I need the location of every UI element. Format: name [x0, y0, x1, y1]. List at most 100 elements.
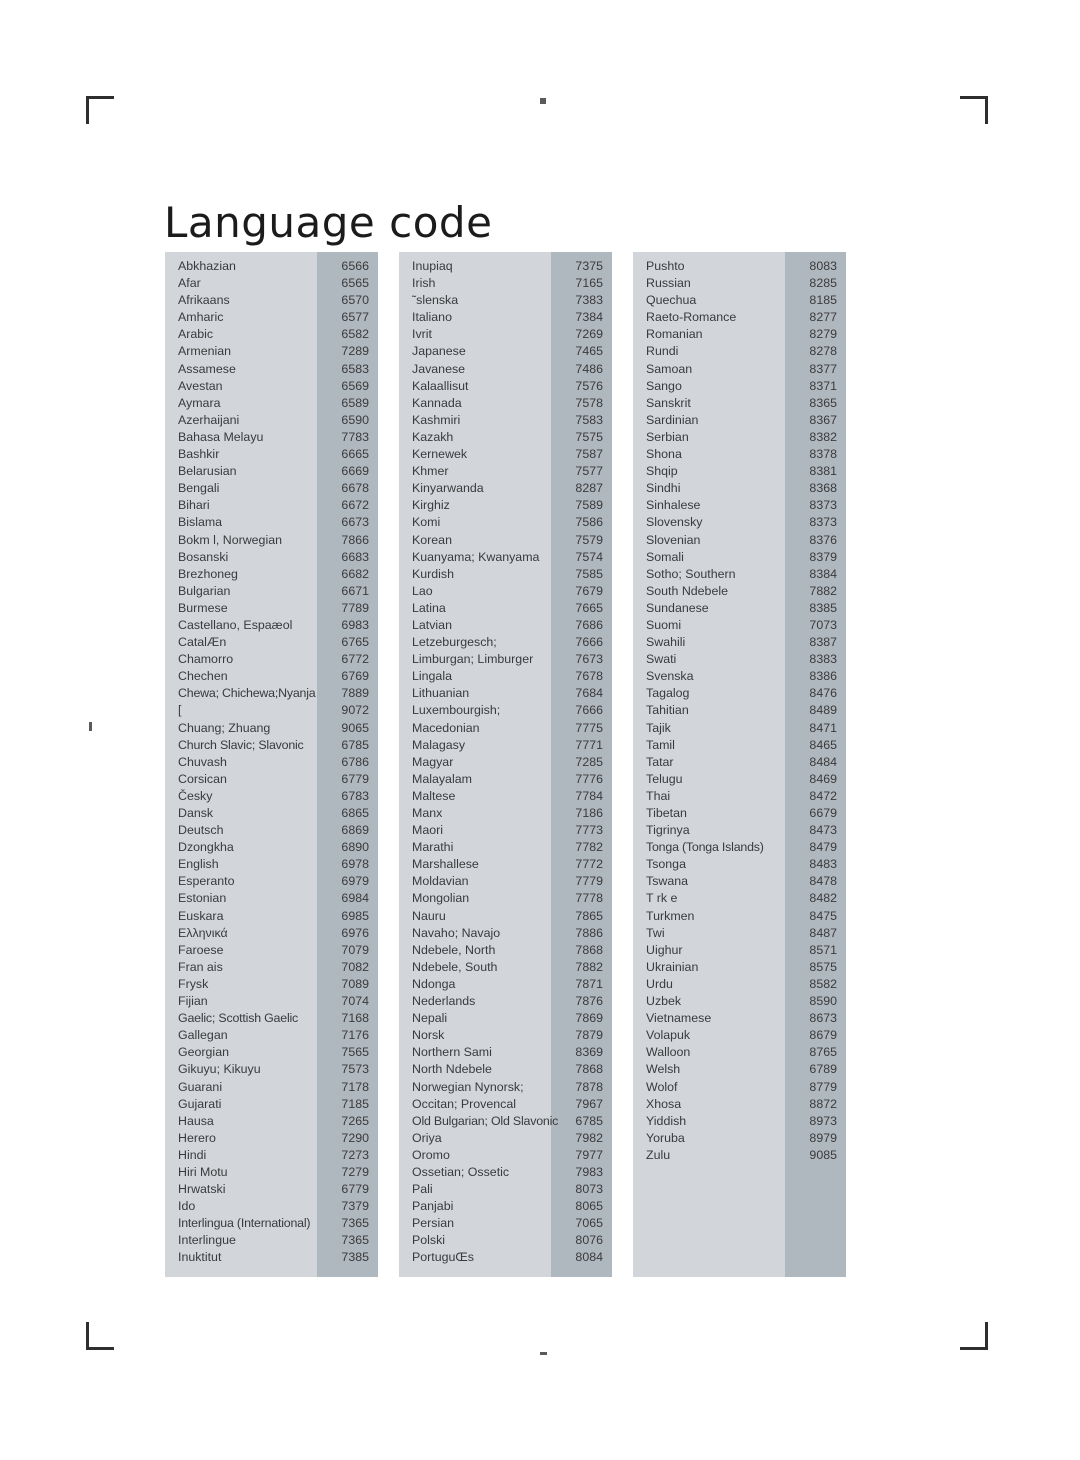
table-row: Assamese 6583: [165, 361, 378, 378]
language-code: 8365: [809, 395, 837, 410]
language-code: 6772: [341, 652, 369, 667]
table-row: Zulu 9085: [633, 1147, 846, 1164]
language-code: 6583: [341, 361, 369, 376]
table-row: Shona 8378: [633, 446, 846, 463]
table-row: Komi 7586: [399, 514, 612, 531]
language-code: 6671: [341, 583, 369, 598]
language-code: 6983: [341, 617, 369, 632]
table-row: Sinhalese 8373: [633, 497, 846, 514]
table-row: Sardinian 8367: [633, 412, 846, 429]
table-row: Arabic 6582: [165, 326, 378, 343]
language-code: 7673: [575, 652, 603, 667]
language-name: Hindi: [178, 1147, 207, 1162]
language-code: 7889: [341, 686, 369, 701]
language-code: 6769: [341, 669, 369, 684]
language-name: Romanian: [646, 327, 703, 342]
language-code: 8373: [809, 515, 837, 530]
table-row: Panjabi 8065: [399, 1198, 612, 1215]
language-code: 8378: [809, 447, 837, 462]
table-row: Raeto-Romance 8277: [633, 309, 846, 326]
language-name: Mongolian: [412, 891, 470, 906]
language-code: 7579: [575, 532, 603, 547]
language-code: 6786: [341, 754, 369, 769]
table-row: Inuktitut 7385: [165, 1249, 378, 1266]
table-row: Church Slavic; Slavonic 6785: [165, 737, 378, 754]
language-code: 8185: [809, 293, 837, 308]
language-code: 8073: [575, 1182, 603, 1197]
table-row: Hiri Motu 7279: [165, 1164, 378, 1181]
language-code: 7882: [575, 959, 603, 974]
language-code: 7977: [575, 1147, 603, 1162]
table-row: Khmer 7577: [399, 463, 612, 480]
language-name: Armenian: [178, 344, 232, 359]
table-row: Frysk 7089: [165, 976, 378, 993]
table-row-spacer: [633, 1181, 846, 1198]
language-name: Azerhaijani: [178, 412, 240, 427]
language-code: 8376: [809, 532, 837, 547]
table-row: Occitan; Provencal 7967: [399, 1096, 612, 1113]
table-row: Oriya 7982: [399, 1130, 612, 1147]
table-row: Limburgan; Limburger 7673: [399, 651, 612, 668]
language-name: Slovenian: [646, 532, 701, 547]
language-code: 7771: [575, 737, 603, 752]
table-row: Afar 6565: [165, 275, 378, 292]
language-name: Lingala: [412, 669, 452, 684]
language-name: Welsh: [646, 1062, 681, 1077]
language-name: Uzbek: [646, 994, 682, 1009]
language-name: Tibetan: [646, 806, 687, 820]
language-name: Sundanese: [646, 600, 709, 615]
language-code: 8475: [809, 908, 837, 923]
table-row: Malayalam 7776: [399, 771, 612, 788]
language-code: 8277: [809, 310, 837, 325]
table-row: Suomi 7073: [633, 617, 846, 634]
table-row: Chechen 6769: [165, 668, 378, 685]
language-name: Yiddish: [646, 1113, 687, 1128]
table-row-spacer: [633, 1164, 846, 1181]
language-code: 8279: [809, 327, 837, 342]
language-name: Serbian: [646, 429, 689, 444]
language-code: 7773: [575, 823, 603, 838]
language-name: Chamorro: [178, 652, 234, 667]
language-name: Walloon: [646, 1045, 691, 1060]
table-row: Amharic 6577: [165, 309, 378, 326]
table-row: Magyar 7285: [399, 754, 612, 771]
table-row: Shqip 8381: [633, 463, 846, 480]
language-name: Bislama: [178, 515, 223, 530]
language-code: 7279: [341, 1164, 369, 1179]
table-row: Gaelic; Scottish Gaelic 7168: [165, 1010, 378, 1027]
registration-mark-left: [89, 722, 92, 731]
language-code: 8472: [809, 788, 837, 803]
language-name: Dzongkha: [178, 840, 234, 855]
language-name: Volapuk: [646, 1028, 691, 1043]
language-code: 7465: [575, 344, 603, 359]
language-code: 7574: [575, 549, 603, 564]
language-name: Old Bulgarian; Old Slavonic: [412, 1113, 559, 1128]
table-row: Tibetan 6679: [633, 805, 846, 822]
language-name: Polski: [412, 1233, 446, 1248]
table-row: Bosanski 6683: [165, 549, 378, 566]
language-code: 7186: [575, 806, 603, 820]
language-code: 6976: [341, 925, 369, 940]
language-name: Faroese: [178, 942, 224, 957]
language-code: 8679: [809, 1028, 837, 1043]
language-name: Sanskrit: [646, 395, 691, 410]
language-code: 7375: [575, 259, 603, 273]
language-code: 7779: [575, 874, 603, 889]
language-column-3: Pushto 8083 Russian 8285 Quechua 8185 Raeto-Ro…: [633, 252, 846, 1277]
table-row: Polski 8076: [399, 1232, 612, 1249]
language-name: Chuvash: [178, 754, 227, 769]
table-row: Italiano 7384: [399, 309, 612, 326]
table-row-spacer: [633, 1215, 846, 1232]
language-code: 7783: [341, 429, 369, 444]
language-code: 9085: [809, 1147, 837, 1162]
table-row: Georgian 7565: [165, 1044, 378, 1061]
table-row: Quechua 8185: [633, 292, 846, 309]
table-row: Faroese 7079: [165, 942, 378, 959]
language-name: Tamil: [646, 737, 675, 752]
table-row: English 6978: [165, 856, 378, 873]
table-row: Kashmiri 7583: [399, 412, 612, 429]
language-name: Sinhalese: [646, 498, 701, 513]
table-row: Javanese 7486: [399, 361, 612, 378]
table-row: Wolof 8779: [633, 1079, 846, 1096]
language-code: 7782: [575, 840, 603, 855]
